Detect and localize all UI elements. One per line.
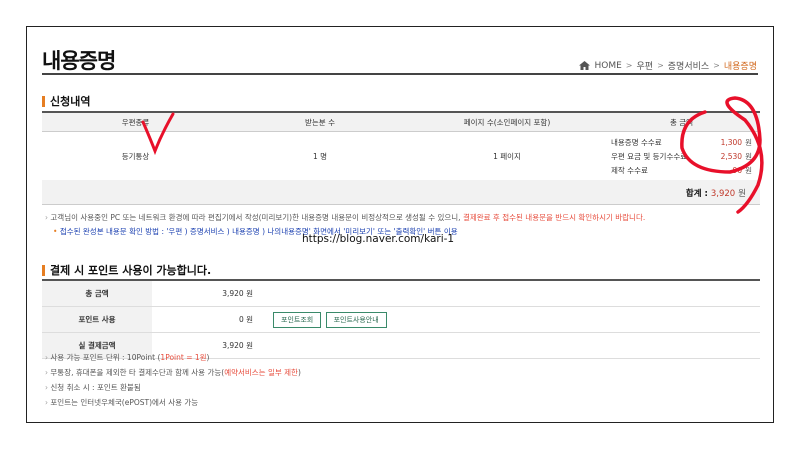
chevron-right-icon: >	[657, 61, 664, 70]
fee-item: 제작 수수료 90 원	[603, 164, 760, 178]
fee-value: 2,530	[720, 151, 743, 161]
title-divider	[42, 73, 758, 75]
column-header-mail-type: 우편종류	[42, 111, 229, 132]
column-header-pages: 페이지 수(소인페이지 포함)	[411, 111, 603, 132]
breadcrumb-post[interactable]: 우편	[637, 59, 654, 72]
notice-warning: 결제완료 후 접수된 내용문을 반드시 확인하시기 바랍니다.	[462, 213, 646, 222]
section-title-text: 신청내역	[50, 95, 91, 108]
fee-breakdown-cell: 내용증명 수수료 1,300 원 우편 요금 및 등기수수료 2,530 원 제작 …	[603, 131, 760, 182]
table-row: 포인트 사용 0 원 포인트조회 포인트사용안내	[42, 306, 760, 333]
row-label: 총 금액	[42, 279, 152, 307]
fee-value: 1,300	[720, 137, 743, 147]
table-row: 총 금액 3,920 원	[42, 279, 760, 307]
column-header-recipients: 받는분 수	[229, 111, 411, 132]
notice-text: 고객님이 사용중인 PC 또는 네트워크 환경에 따라 편집기에서 작성(미리보…	[50, 213, 463, 222]
main-panel: 내용증명 HOME > 우편 > 증명서비스 > 내용증명 신청내역 우편종류 …	[26, 26, 774, 423]
breadcrumb-current: 내용증명	[723, 62, 757, 72]
point-guide-button[interactable]: 포인트사용안내	[325, 311, 387, 328]
fee-label: 우편 요금 및 등기수수료	[611, 151, 688, 161]
row-value: 3,920 원	[152, 279, 265, 307]
pages-cell: 1 페이지	[411, 131, 603, 182]
total-summary-bar: 합계 : 3,920 원	[42, 180, 760, 205]
section-marker	[42, 95, 45, 107]
page-title: 내용증명	[42, 49, 116, 73]
notice-line-1: › 고객님이 사용중인 PC 또는 네트워크 환경에 따라 편집기에서 작성(미…	[45, 213, 646, 222]
fee-item: 우편 요금 및 등기수수료 2,530 원	[603, 150, 760, 164]
fee-item: 내용증명 수수료 1,300 원	[603, 136, 760, 150]
section-title-text: 결제 시 포인트 사용이 가능합니다.	[50, 264, 212, 277]
chevron-right-icon: >	[625, 61, 633, 70]
points-note-4: › 포인트는 인터넷우체국(ePOST)에서 사용 가능	[45, 398, 199, 407]
home-icon[interactable]	[579, 61, 591, 70]
section-marker	[42, 264, 45, 276]
points-note-3: › 신청 취소 시 : 포인트 환불됨	[45, 383, 141, 392]
table-row: 등기통상 1 명 1 페이지 내용증명 수수료 1,300 원 우편 요금 및 등…	[42, 131, 760, 182]
total-amount: 합계 : 3,920 원	[686, 187, 746, 199]
row-value: 0 원	[152, 306, 265, 333]
fee-unit: 원	[745, 165, 752, 175]
fee-value: 90	[732, 165, 743, 175]
total-unit: 원	[738, 189, 746, 199]
mail-type-cell: 등기통상	[42, 131, 229, 182]
blog-url-watermark: https://blog.naver.com/kari-1	[302, 233, 455, 245]
breadcrumb-home[interactable]: HOME	[594, 61, 621, 71]
total-label: 합계 :	[685, 189, 708, 199]
points-table: 총 금액 3,920 원 포인트 사용 0 원 포인트조회 포인트사용안내 실 …	[42, 279, 760, 359]
recipients-cell: 1 명	[229, 131, 411, 182]
point-lookup-button[interactable]: 포인트조회	[273, 311, 322, 328]
column-header-total: 총 금액	[603, 111, 760, 132]
breadcrumb: HOME > 우편 > 증명서비스 > 내용증명	[579, 59, 757, 72]
points-note-1: › 사용 가능 포인트 단위 : 10Point (1Point = 1원)	[45, 353, 210, 362]
chevron-right-icon: >	[713, 61, 720, 70]
fee-unit: 원	[745, 151, 752, 161]
application-section-title: 신청내역	[42, 93, 90, 109]
points-section-title: 결제 시 포인트 사용이 가능합니다.	[42, 262, 211, 278]
breadcrumb-certification[interactable]: 증명서비스	[668, 59, 709, 72]
fee-unit: 원	[745, 137, 752, 147]
row-label: 포인트 사용	[42, 306, 152, 333]
points-note-2: › 무통장, 휴대폰을 제외한 타 결제수단과 함께 사용 가능(예약서비스는 …	[45, 368, 301, 377]
total-value: 3,920	[710, 189, 736, 199]
application-table: 우편종류 받는분 수 페이지 수(소인페이지 포함) 총 금액 등기통상 1 명…	[42, 111, 760, 182]
fee-label: 제작 수수료	[611, 165, 648, 175]
fee-label: 내용증명 수수료	[611, 137, 662, 147]
table-header-row: 우편종류 받는분 수 페이지 수(소인페이지 포함) 총 금액	[42, 111, 760, 132]
